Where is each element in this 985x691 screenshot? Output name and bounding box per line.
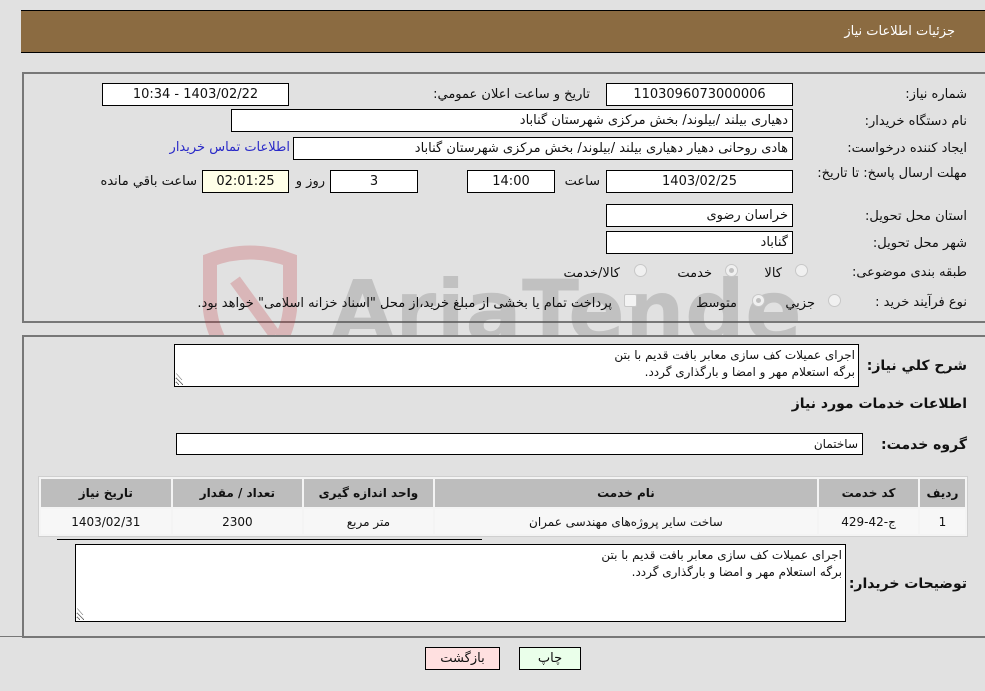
cell-service-code: ج-42-429 <box>819 509 918 534</box>
cell-unit: متر مربع <box>304 509 433 534</box>
cell-row-number: 1 <box>919 509 965 534</box>
deadline-time-label: ساعت <box>564 174 600 189</box>
col-header-date: تاریخ نیاز <box>41 479 171 507</box>
table-header-row: ردیف کد خدمت نام خدمت واحد اندازه گیری ت… <box>41 479 965 507</box>
delivery-city-label: شهر محل تحویل: <box>872 236 967 251</box>
divider <box>57 539 482 540</box>
buyer-contact-link[interactable]: اطلاعات تماس خریدار <box>170 140 290 155</box>
deadline-label: مهلت ارسال پاسخ: تا تاریخ: <box>817 166 967 181</box>
need-number-field: 1103096073000006 <box>606 83 793 106</box>
buyer-org-label: نام دستگاه خریدار: <box>864 114 967 129</box>
page-header: جزئیات اطلاعات نیاز <box>21 10 985 53</box>
cell-need-date: 1403/02/31 <box>41 509 171 534</box>
service-group-field: ساختمان <box>176 433 863 455</box>
resize-grip-icon[interactable]: ⟋ <box>176 373 182 383</box>
table-row: 1 ج-42-429 ساخت سایر پروژه‌های مهندسی عم… <box>41 509 965 534</box>
services-heading: اطلاعات خدمات مورد نیاز <box>791 396 967 412</box>
col-header-name: نام خدمت <box>434 479 818 507</box>
time-remaining-field: 02:01:25 <box>202 170 289 193</box>
service-group-label: گروه خدمت: <box>881 437 967 453</box>
category-radio-goods-service[interactable] <box>634 264 647 277</box>
delivery-province-label: استان محل تحویل: <box>865 209 967 224</box>
category-option-goods-service: کالا/خدمت <box>563 266 620 281</box>
footer-divider <box>0 636 985 637</box>
treasury-note: پرداخت تمام یا بخشی از مبلغ خرید،از محل … <box>197 296 612 311</box>
delivery-city-field: گناباد <box>606 231 793 254</box>
category-radio-goods[interactable] <box>795 264 808 277</box>
cell-service-name: ساخت سایر پروژه‌های مهندسی عمران <box>434 509 818 534</box>
category-option-goods: کالا <box>764 266 782 281</box>
purchase-type-radio-minor[interactable] <box>828 294 841 307</box>
buyer-notes-label: توضیحات خریدار: <box>848 576 967 592</box>
col-header-row: ردیف <box>919 479 965 507</box>
deadline-date-field: 1403/02/25 <box>606 170 793 193</box>
category-radio-service[interactable] <box>725 264 738 277</box>
back-button[interactable]: بازگشت <box>425 647 500 670</box>
purchase-type-radio-medium[interactable] <box>752 294 765 307</box>
category-option-service: خدمت <box>677 266 712 281</box>
purchase-type-option-medium: متوسط <box>696 296 737 311</box>
deadline-time-field: 14:00 <box>467 170 555 193</box>
requester-field: هادی روحانی دهیار دهیاری بیلند /بیلوند/ … <box>293 137 793 160</box>
announce-datetime-label: تاریخ و ساعت اعلان عمومي: <box>433 87 590 102</box>
days-label: روز و <box>295 174 325 189</box>
resize-grip-icon[interactable]: ⟋ <box>77 608 83 618</box>
days-remaining-field: 3 <box>330 170 418 193</box>
category-label: طبقه بندی موضوعی: <box>851 265 967 280</box>
need-number-label: شماره نیاز: <box>905 87 967 102</box>
time-remaining-label: ساعت باقي مانده <box>100 174 197 189</box>
purchase-type-option-minor: جزيي <box>785 296 815 311</box>
requester-label: ایجاد کننده درخواست: <box>847 141 967 156</box>
announce-datetime-field: 1403/02/22 - 10:34 <box>102 83 289 106</box>
buyer-org-field: دهیاری بیلند /بیلوند/ بخش مرکزی شهرستان … <box>231 109 793 132</box>
page-title: جزئیات اطلاعات نیاز <box>844 24 955 39</box>
general-desc-textarea[interactable]: اجرای عمیلات کف سازی معابر بافت قدیم با … <box>174 344 859 387</box>
cell-quantity: 2300 <box>172 509 303 534</box>
col-header-unit: واحد اندازه گیری <box>304 479 433 507</box>
buyer-notes-textarea[interactable]: اجرای عمیلات کف سازی معابر بافت قدیم با … <box>75 544 846 622</box>
print-button[interactable]: چاپ <box>519 647 581 670</box>
services-table: ردیف کد خدمت نام خدمت واحد اندازه گیری ت… <box>38 476 968 537</box>
purchase-type-label: نوع فرآیند خرید : <box>875 295 967 310</box>
general-desc-label: شرح کلي نياز: <box>866 358 967 374</box>
delivery-province-field: خراسان رضوی <box>606 204 793 227</box>
col-header-quantity: تعداد / مقدار <box>172 479 303 507</box>
treasury-checkbox[interactable] <box>624 294 637 307</box>
col-header-code: کد خدمت <box>819 479 918 507</box>
